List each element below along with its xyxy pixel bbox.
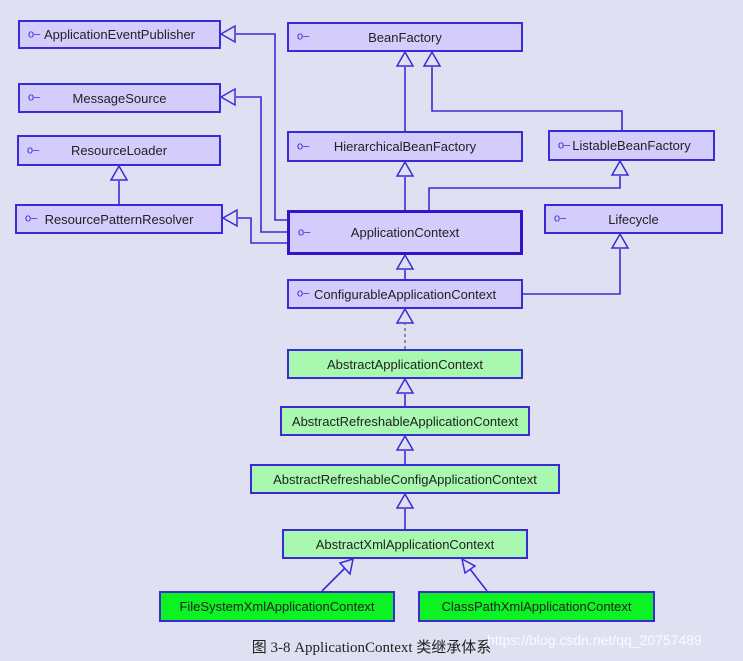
node-label: AbstractXmlApplicationContext <box>315 536 495 552</box>
interface-icon: o– <box>298 225 311 238</box>
watermark: https://blog.csdn.net/qq_20757489 <box>487 632 702 648</box>
inherit-arrow-event-publisher <box>219 24 236 44</box>
node-label: MessageSource <box>72 90 167 106</box>
interface-icon: o– <box>297 30 310 43</box>
node-listable-bean-factory[interactable]: o– ListableBeanFactory <box>548 130 715 161</box>
node-application-context[interactable]: o– ApplicationContext <box>287 210 523 255</box>
node-abstract-xml-application-context[interactable]: AbstractXmlApplicationContext <box>282 529 528 559</box>
edge-class-path-to-xml <box>469 568 488 592</box>
interface-icon: o– <box>554 212 567 225</box>
node-label: FileSystemXmlApplicationContext <box>179 599 375 614</box>
interface-icon: o– <box>297 287 310 300</box>
edge-listable-to-bean-factory <box>431 67 623 130</box>
node-class-path-xml-application-context[interactable]: ClassPathXmlApplicationContext <box>418 591 655 622</box>
interface-icon: o– <box>297 139 310 152</box>
node-abstract-application-context[interactable]: AbstractApplicationContext <box>287 349 523 379</box>
node-file-system-xml-application-context[interactable]: FileSystemXmlApplicationContext <box>159 591 395 622</box>
inherit-arrow-message-source <box>219 87 236 107</box>
node-resource-loader[interactable]: o– ResourceLoader <box>17 135 221 166</box>
node-label: ResourceLoader <box>70 143 168 158</box>
node-label: ApplicationEventPublisher <box>43 27 196 42</box>
inherit-arrow-refreshable <box>395 434 415 451</box>
interface-icon: o– <box>28 27 41 40</box>
node-resource-pattern-resolver[interactable]: o– ResourcePatternResolver <box>15 204 223 234</box>
inherit-arrow-abstract <box>395 377 415 394</box>
node-label: ConfigurableApplicationContext <box>313 286 497 302</box>
node-label: ResourcePatternResolver <box>44 211 194 227</box>
node-application-event-publisher[interactable]: o– ApplicationEventPublisher <box>18 20 221 49</box>
node-hierarchical-bean-factory[interactable]: o– HierarchicalBeanFactory <box>287 131 523 162</box>
inherit-arrow-xml-2 <box>460 557 477 575</box>
node-bean-factory[interactable]: o– BeanFactory <box>287 22 523 52</box>
inherit-arrow-resource-pattern-resolver <box>221 208 238 228</box>
node-label: HierarchicalBeanFactory <box>333 139 477 154</box>
inherit-arrow-refreshable-config <box>395 492 415 509</box>
node-label: AbstractRefreshableConfigApplicationCont… <box>273 471 537 487</box>
inherit-arrow-listable <box>610 159 630 176</box>
node-label: Lifecycle <box>608 211 659 227</box>
node-lifecycle[interactable]: o– Lifecycle <box>544 204 723 234</box>
edge-app-context-to-message-source <box>236 96 287 233</box>
interface-icon: o– <box>27 143 40 156</box>
node-message-source[interactable]: o– MessageSource <box>18 83 221 113</box>
node-configurable-application-context[interactable]: o– ConfigurableApplicationContext <box>287 279 523 309</box>
inherit-arrow-resource-loader <box>109 164 129 181</box>
interface-icon: o– <box>28 91 41 104</box>
node-abstract-refreshable-config-application-context[interactable]: AbstractRefreshableConfigApplicationCont… <box>250 464 560 494</box>
inherit-arrow-bean-factory-1 <box>395 50 415 67</box>
inherit-arrow-lifecycle <box>610 232 630 249</box>
node-label: ListableBeanFactory <box>572 138 691 153</box>
node-label: AbstractRefreshableApplicationContext <box>291 413 519 429</box>
inherit-arrow-app-context <box>395 253 415 270</box>
node-abstract-refreshable-application-context[interactable]: AbstractRefreshableApplicationContext <box>280 406 530 436</box>
edge-file-system-to-xml <box>321 567 346 592</box>
edge-configurable-to-lifecycle <box>523 249 621 295</box>
inherit-arrow-bean-factory-2 <box>422 50 442 67</box>
node-label: ApplicationContext <box>350 225 460 240</box>
inherit-arrow-hierarchical <box>395 160 415 177</box>
edge-app-context-to-resource-pattern-resolver <box>238 217 287 244</box>
node-label: BeanFactory <box>368 29 442 45</box>
interface-icon: o– <box>558 138 571 151</box>
interface-icon: o– <box>25 212 38 225</box>
implements-arrow-configurable <box>395 307 415 324</box>
node-label: AbstractApplicationContext <box>326 356 484 372</box>
node-label: ClassPathXmlApplicationContext <box>441 599 632 614</box>
